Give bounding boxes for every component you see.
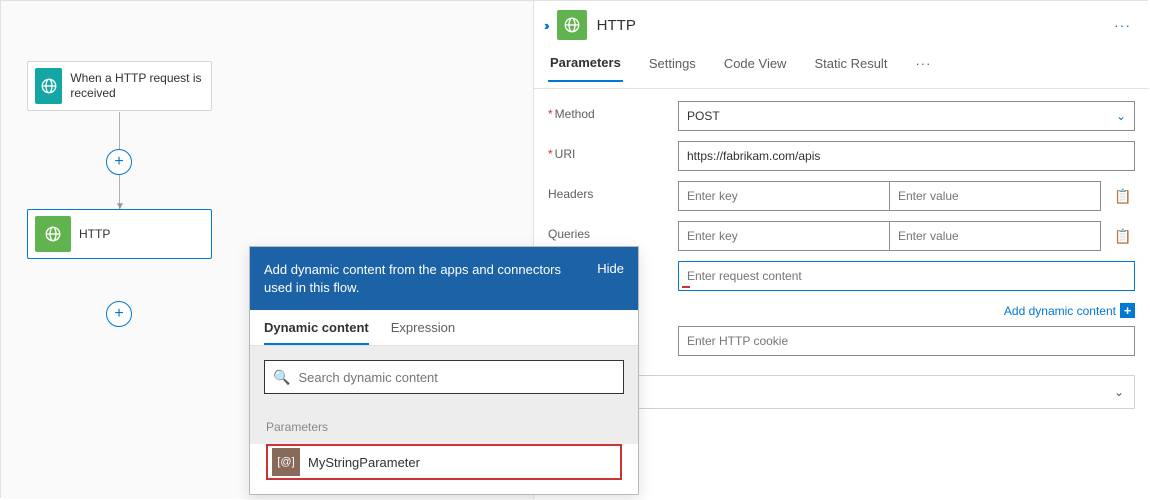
query-key-input[interactable]	[678, 221, 890, 251]
popup-hide-button[interactable]: Hide	[597, 261, 624, 276]
panel-tabs: Parameters Settings Code View Static Res…	[534, 49, 1149, 89]
queries-label: Queries	[548, 221, 678, 241]
http-action-label: HTTP	[79, 227, 114, 242]
headers-label: Headers	[548, 181, 678, 201]
tab-static-result[interactable]: Static Result	[812, 56, 889, 81]
popup-message: Add dynamic content from the apps and co…	[264, 261, 587, 296]
chevron-down-icon: ⌄	[1116, 109, 1126, 123]
panel-more-button[interactable]: ···	[1114, 17, 1139, 33]
tab-settings[interactable]: Settings	[647, 56, 698, 81]
dynamic-item-label: MyStringParameter	[308, 455, 420, 470]
search-icon: 🔍	[273, 369, 290, 386]
uri-label: *URI	[548, 141, 678, 161]
method-select[interactable]: POST ⌄	[678, 101, 1135, 131]
header-key-input[interactable]	[678, 181, 890, 211]
add-step-button[interactable]: +	[106, 149, 132, 175]
http-panel-icon	[557, 10, 587, 40]
tab-more[interactable]: ···	[913, 56, 933, 81]
chevron-down-icon: ⌄	[1114, 385, 1124, 399]
collapse-panel-button[interactable]: ››	[544, 18, 547, 33]
body-input[interactable]: Enter request content	[678, 261, 1135, 291]
tab-code-view[interactable]: Code View	[722, 56, 789, 81]
header-value-input[interactable]	[890, 181, 1101, 211]
popup-section-title: Parameters	[250, 408, 638, 444]
query-edit-icon[interactable]: 📋	[1111, 228, 1135, 245]
http-action-icon	[35, 216, 71, 252]
parameter-icon: [@]	[272, 448, 300, 476]
dynamic-content-popup: Add dynamic content from the apps and co…	[249, 246, 639, 495]
add-step-button[interactable]: +	[106, 301, 132, 327]
query-value-input[interactable]	[890, 221, 1101, 251]
trigger-label: When a HTTP request is received	[70, 71, 211, 101]
tab-parameters[interactable]: Parameters	[548, 55, 623, 82]
method-label: *Method	[548, 101, 678, 121]
trigger-node[interactable]: When a HTTP request is received	[27, 61, 212, 111]
dynamic-content-item[interactable]: [@] MyStringParameter	[266, 444, 622, 480]
dynamic-search-input[interactable]	[298, 370, 615, 385]
http-request-icon	[35, 68, 62, 104]
popup-tab-expression[interactable]: Expression	[391, 320, 455, 345]
header-edit-icon[interactable]: 📋	[1111, 188, 1135, 205]
popup-tab-dynamic[interactable]: Dynamic content	[264, 320, 369, 345]
http-action-node[interactable]: HTTP	[27, 209, 212, 259]
panel-title: HTTP	[597, 17, 1114, 34]
add-dynamic-badge-icon[interactable]: +	[1120, 303, 1135, 318]
cookie-input[interactable]	[678, 326, 1135, 356]
uri-input[interactable]	[678, 141, 1135, 171]
add-dynamic-content-link[interactable]: Add dynamic content	[1004, 304, 1116, 318]
